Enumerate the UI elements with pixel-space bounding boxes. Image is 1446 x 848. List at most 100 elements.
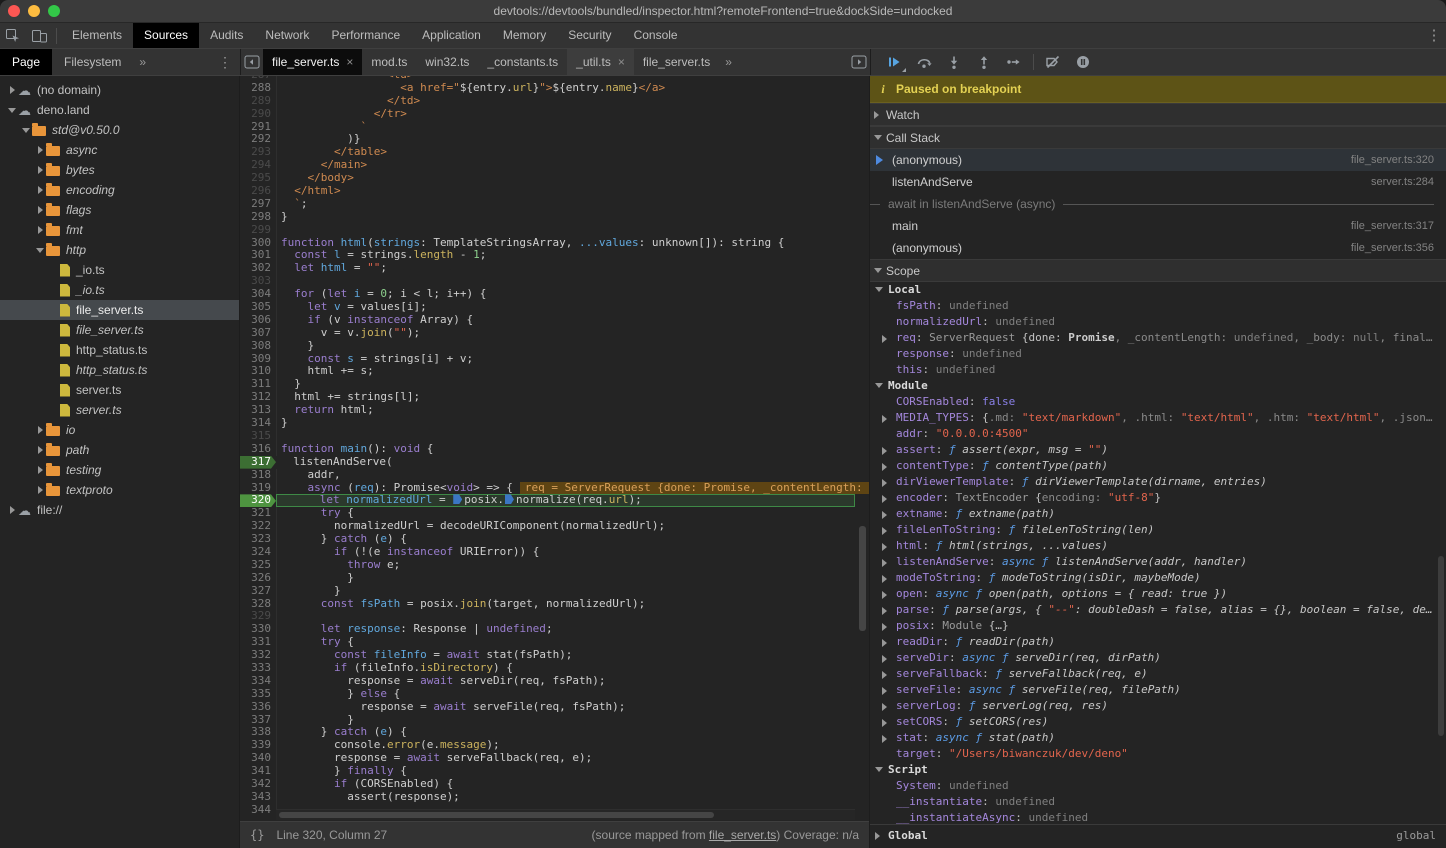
scope-row[interactable]: req: ServerRequest {done: Promise, _cont… (870, 330, 1446, 346)
tree-item-http_status.ts[interactable]: http_status.ts (0, 340, 239, 360)
pause-on-exceptions-button[interactable] (1068, 50, 1098, 74)
line-number[interactable]: 289 (240, 95, 277, 108)
expand-icon[interactable] (882, 607, 887, 615)
device-toolbar-icon[interactable] (26, 23, 52, 48)
editor-tab-_util.ts[interactable]: _util.ts× (567, 49, 634, 75)
step-out-button[interactable] (969, 50, 999, 74)
line-number[interactable]: 324 (240, 546, 277, 559)
line-number[interactable]: 288 (240, 82, 277, 95)
code-line-content[interactable]: html += s; (277, 365, 855, 378)
tree-item-io[interactable]: io (0, 420, 239, 440)
line-number[interactable]: 299 (240, 224, 277, 237)
navigator-tab-page[interactable]: Page (0, 49, 52, 75)
scope-row[interactable]: fileLenToString: ƒ fileLenToString(len) (870, 522, 1446, 538)
expand-icon[interactable] (882, 719, 887, 727)
line-number[interactable]: 307 (240, 327, 277, 340)
scope-section-Local[interactable]: Local (870, 282, 1446, 298)
code-line-content[interactable]: </html> (277, 185, 855, 198)
scope-global-row[interactable]: Global global (870, 824, 1446, 846)
code-line-content[interactable]: } (277, 572, 855, 585)
horizontal-scrollbar[interactable] (276, 809, 855, 820)
line-number[interactable]: 343 (240, 791, 277, 804)
editor-tab-mod.ts[interactable]: mod.ts (362, 49, 416, 75)
expand-icon[interactable] (882, 463, 887, 471)
expand-icon[interactable] (882, 655, 887, 663)
tab-security[interactable]: Security (557, 23, 622, 48)
expand-icon[interactable] (882, 559, 887, 567)
step-into-button[interactable] (939, 50, 969, 74)
scope-row[interactable]: normalizedUrl: undefined (870, 314, 1446, 330)
tree-expand-icon[interactable] (34, 206, 46, 214)
close-tab-icon[interactable]: × (346, 55, 353, 69)
expand-icon[interactable] (882, 543, 887, 551)
line-number[interactable]: 335 (240, 688, 277, 701)
code-line-content[interactable]: v = v.join(""); (277, 327, 855, 340)
code-line-content[interactable]: const fsPath = posix.join(target, normal… (277, 598, 855, 611)
line-number[interactable]: 306 (240, 314, 277, 327)
tree-item-http_status.ts[interactable]: http_status.ts (0, 360, 239, 380)
inline-breakpoint-marker-icon[interactable] (453, 494, 462, 504)
line-number[interactable]: 290 (240, 108, 277, 121)
line-number[interactable]: 305 (240, 301, 277, 314)
line-number[interactable]: 334 (240, 675, 277, 688)
code-line-content[interactable]: assert(response); (277, 791, 855, 804)
scope-row[interactable]: parse: ƒ parse(args, { "--": doubleDash … (870, 602, 1446, 618)
expand-icon[interactable] (882, 447, 887, 455)
stack-frame-(anonymous)[interactable]: (anonymous)file_server.ts:320 (870, 149, 1446, 171)
code-line-content[interactable]: throw e; (277, 559, 855, 572)
editor-tab-_constants.ts[interactable]: _constants.ts (478, 49, 567, 75)
expand-icon[interactable] (882, 591, 887, 599)
scope-row[interactable]: setCORS: ƒ setCORS(res) (870, 714, 1446, 730)
tree-expand-icon[interactable] (34, 486, 46, 494)
call-stack-section-header[interactable]: Call Stack (870, 126, 1446, 149)
expand-icon[interactable] (875, 383, 883, 388)
code-line-content[interactable]: return html; (277, 404, 855, 417)
tree-item-path[interactable]: path (0, 440, 239, 460)
scope-section-Module[interactable]: Module (870, 378, 1446, 394)
code-line-content[interactable]: let normalizedUrl = posix.normalize(req.… (276, 494, 855, 507)
scope-row[interactable]: this: undefined (870, 362, 1446, 378)
line-number[interactable]: 336 (240, 701, 277, 714)
tree-item-_io.ts[interactable]: _io.ts (0, 260, 239, 280)
line-number[interactable]: 327 (240, 585, 277, 598)
tree-item-fmt[interactable]: fmt (0, 220, 239, 240)
scope-row[interactable]: readDir: ƒ readDir(path) (870, 634, 1446, 650)
scope-row[interactable]: extname: ƒ extname(path) (870, 506, 1446, 522)
line-number[interactable]: 319 (240, 482, 277, 495)
tree-expand-icon[interactable] (34, 446, 46, 454)
scope-row[interactable]: dirViewerTemplate: ƒ dirViewerTemplate(d… (870, 474, 1446, 490)
tree-expand-icon[interactable] (34, 226, 46, 234)
tree-item-file://[interactable]: ☁file:// (0, 500, 239, 520)
tab-network[interactable]: Network (254, 23, 320, 48)
tree-expand-icon[interactable] (34, 248, 46, 253)
tree-item-testing[interactable]: testing (0, 460, 239, 480)
scope-row[interactable]: serveFile: async ƒ serveFile(req, filePa… (870, 682, 1446, 698)
expand-icon[interactable] (882, 479, 887, 487)
scope-row[interactable]: addr: "0.0.0.0:4500" (870, 426, 1446, 442)
tree-expand-icon[interactable] (34, 426, 46, 434)
tree-item-http[interactable]: http (0, 240, 239, 260)
expand-icon[interactable] (882, 495, 887, 503)
line-number[interactable]: 308 (240, 340, 277, 353)
expand-icon[interactable] (875, 287, 883, 292)
expand-icon[interactable] (882, 639, 887, 647)
more-options-icon[interactable]: ⋮ (1422, 23, 1446, 48)
close-tab-icon[interactable]: × (618, 55, 625, 69)
tree-item-deno.land[interactable]: ☁deno.land (0, 100, 239, 120)
line-number[interactable]: 333 (240, 662, 277, 675)
tab-application[interactable]: Application (411, 23, 492, 48)
tree-item-flags[interactable]: flags (0, 200, 239, 220)
tab-performance[interactable]: Performance (320, 23, 411, 48)
navigator-overflow-icon[interactable]: » (133, 55, 152, 69)
expand-icon[interactable] (882, 335, 887, 343)
tree-item-(no domain)[interactable]: ☁(no domain) (0, 80, 239, 100)
inline-breakpoint-marker-icon[interactable] (505, 494, 514, 504)
step-over-button[interactable] (909, 50, 939, 74)
tree-expand-icon[interactable] (6, 506, 18, 514)
line-number[interactable]: 296 (240, 185, 277, 198)
tree-item-file_server.ts[interactable]: file_server.ts (0, 300, 239, 320)
stack-frame-main[interactable]: mainfile_server.ts:317 (870, 215, 1446, 237)
source-map-link[interactable]: file_server.ts (709, 828, 776, 842)
tab-audits[interactable]: Audits (199, 23, 254, 48)
resume-button[interactable] (879, 50, 909, 74)
